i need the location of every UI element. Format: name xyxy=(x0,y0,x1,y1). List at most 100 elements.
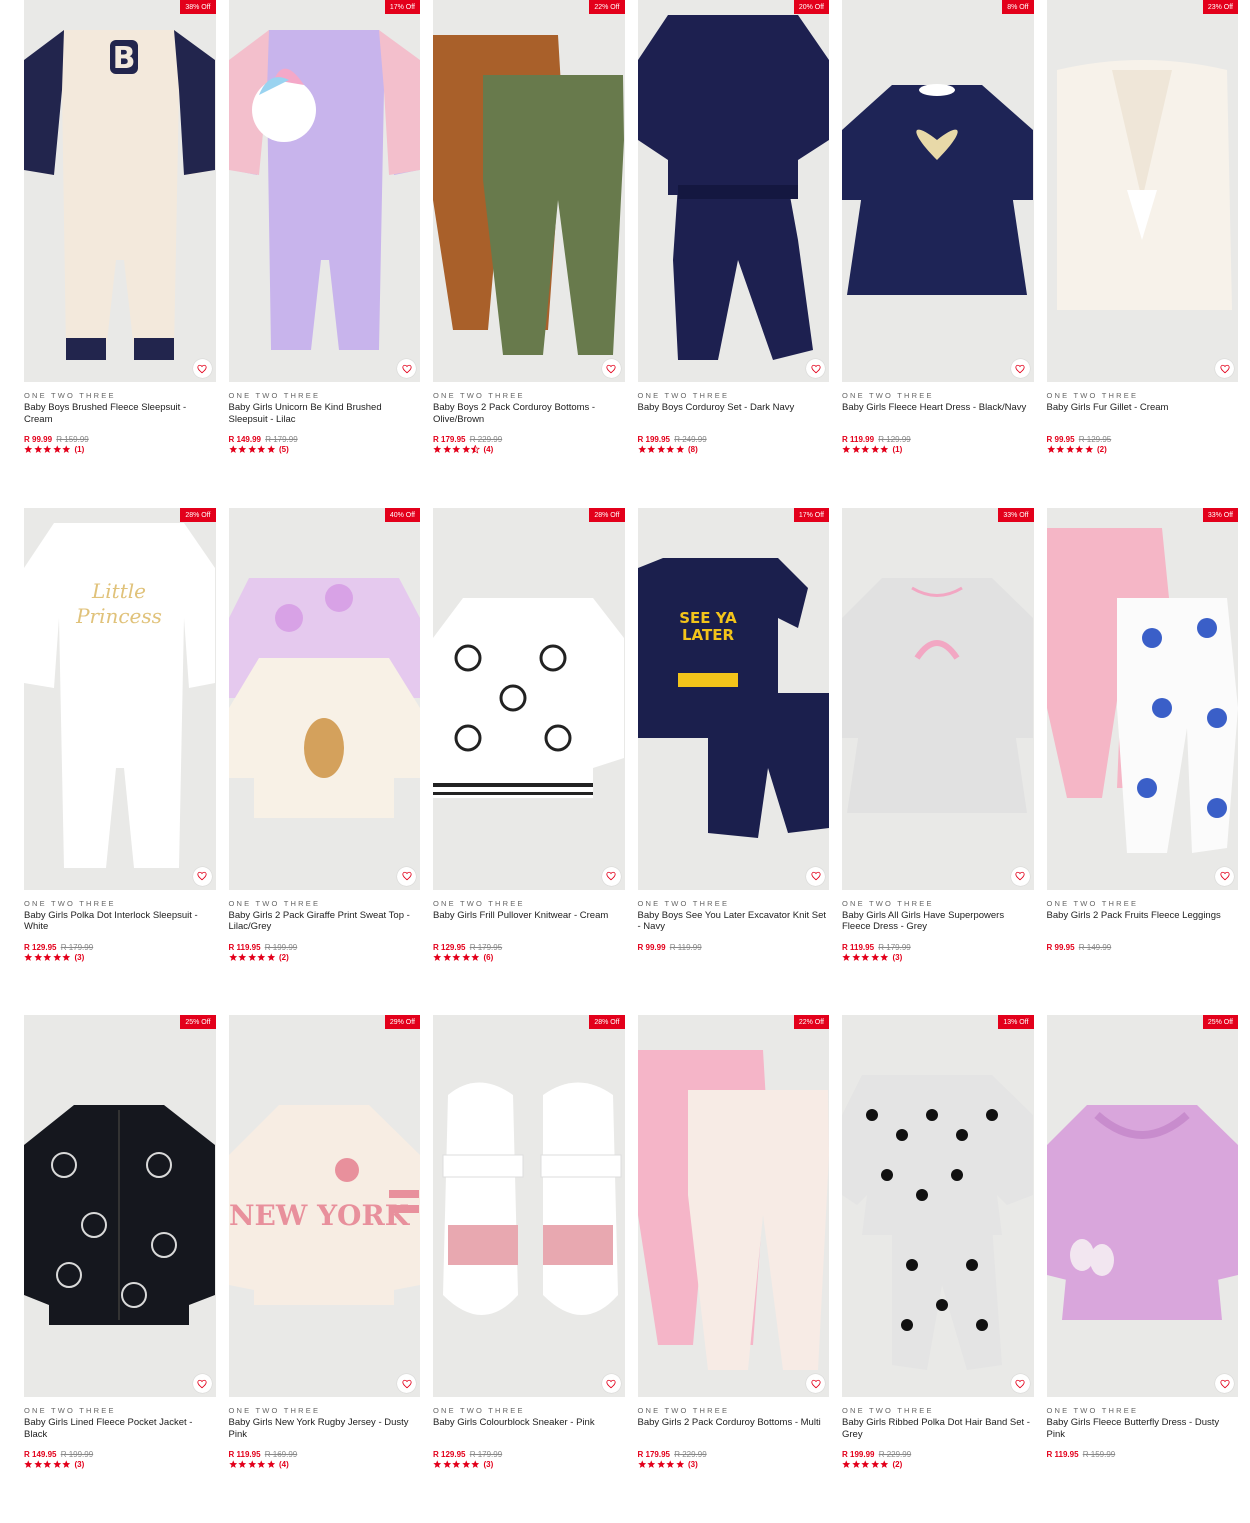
product-image[interactable]: 22% Off xyxy=(637,1015,829,1397)
star-icon xyxy=(433,1460,442,1469)
product-price: R 99.95 R 129.95 xyxy=(1047,435,1239,444)
review-count[interactable]: (2) xyxy=(893,1460,903,1469)
review-count[interactable]: (4) xyxy=(279,1460,289,1469)
product-image[interactable]: Little Princess 28% Off xyxy=(24,507,216,890)
review-count[interactable]: (3) xyxy=(484,1460,494,1469)
wishlist-button[interactable] xyxy=(601,1374,621,1393)
original-price: R 199.99 xyxy=(60,1450,94,1459)
product-card[interactable]: 28% Off ONE TWO THREE Baby Girls Colourb… xyxy=(433,1015,625,1523)
review-count[interactable]: (3) xyxy=(75,953,85,962)
original-price: R 169.99 xyxy=(264,1450,298,1459)
product-price: R 129.95 R 179.99 xyxy=(24,943,216,952)
wishlist-button[interactable] xyxy=(397,866,416,886)
wishlist-button[interactable] xyxy=(806,359,825,378)
wishlist-button[interactable] xyxy=(1010,1374,1030,1393)
original-price: R 119.99 xyxy=(669,942,702,952)
product-name[interactable]: Baby Girls Frill Pullover Knitwear - Cre… xyxy=(433,910,625,933)
wishlist-button[interactable] xyxy=(806,1374,825,1393)
wishlist-button[interactable] xyxy=(1010,359,1030,378)
product-image[interactable]: 25% Off xyxy=(24,1015,216,1397)
wishlist-button[interactable] xyxy=(806,866,825,886)
wishlist-button[interactable] xyxy=(1010,866,1030,886)
product-image[interactable]: 13% Off xyxy=(842,1015,1034,1397)
product-name[interactable]: Baby Girls Polka Dot Interlock Sleepsuit… xyxy=(24,910,216,933)
product-image[interactable]: 25% Off xyxy=(1046,1015,1238,1397)
product-card[interactable]: 22% Off ONE TWO THREE Baby Girls 2 Pack … xyxy=(637,1015,830,1523)
product-card[interactable]: 8% Off ONE TWO THREE Baby Girls Fleece H… xyxy=(842,0,1034,508)
wishlist-button[interactable] xyxy=(601,866,621,886)
product-image[interactable]: 40% Off xyxy=(228,507,420,890)
wishlist-button[interactable] xyxy=(192,1374,212,1393)
product-name[interactable]: Baby Girls Fur Gillet - Cream xyxy=(1047,402,1239,425)
wishlist-button[interactable] xyxy=(1215,1374,1234,1393)
product-card[interactable]: 20% Off ONE TWO THREE Baby Boys Corduroy… xyxy=(637,0,830,508)
product-rating: (8) xyxy=(637,445,830,454)
product-name[interactable]: Baby Girls Colourblock Sneaker - Pink xyxy=(433,1417,625,1440)
star-icon xyxy=(647,445,656,454)
product-card[interactable]: 40% Off ONE TWO THREE Baby Girls 2 Pack … xyxy=(228,507,421,1016)
product-image[interactable]: 23% Off xyxy=(1046,0,1238,382)
wishlist-button[interactable] xyxy=(397,1374,416,1393)
review-count[interactable]: (3) xyxy=(893,953,903,962)
product-brand: ONE TWO THREE xyxy=(228,898,321,908)
product-name[interactable]: Baby Girls All Girls Have Superpowers Fl… xyxy=(842,910,1034,933)
product-card[interactable]: 13% Off ONE TWO THREE Baby Girls Ribbed … xyxy=(842,1015,1034,1523)
review-count[interactable]: (2) xyxy=(279,953,289,962)
product-name[interactable]: Baby Boys 2 Pack Corduroy Bottoms - Oliv… xyxy=(433,402,625,425)
product-image[interactable]: 33% Off xyxy=(842,507,1034,890)
review-count[interactable]: (6) xyxy=(484,953,494,962)
product-card[interactable]: SEE YA LATER 17% Off ONE TWO THREE Baby … xyxy=(637,507,830,1016)
product-image[interactable]: 22% Off xyxy=(433,0,625,382)
product-name[interactable]: Baby Girls 2 Pack Giraffe Print Sweat To… xyxy=(229,910,421,933)
product-card[interactable]: 25% Off ONE TWO THREE Baby Girls Lined F… xyxy=(24,1015,216,1523)
product-card[interactable]: 23% Off ONE TWO THREE Baby Girls Fur Gil… xyxy=(1046,0,1239,508)
product-name[interactable]: Baby Girls Unicorn Be Kind Brushed Sleep… xyxy=(229,402,421,425)
review-count[interactable]: (1) xyxy=(75,445,85,454)
product-card[interactable]: B 38% Off ONE TWO THREE Baby Boys Brushe… xyxy=(24,0,216,508)
product-card[interactable]: NEW YORK 29% Off ONE TWO THREE Baby Girl… xyxy=(228,1015,421,1523)
product-name[interactable]: Baby Boys See You Later Excavator Knit S… xyxy=(638,910,830,933)
product-card[interactable]: 28% Off ONE TWO THREE Baby Girls Frill P… xyxy=(433,507,625,1016)
review-count[interactable]: (5) xyxy=(279,445,289,454)
product-name[interactable]: Baby Girls Ribbed Polka Dot Hair Band Se… xyxy=(842,1417,1034,1440)
sale-price: R 119.95 xyxy=(228,1450,261,1459)
product-card[interactable]: 22% Off ONE TWO THREE Baby Boys 2 Pack C… xyxy=(433,0,625,508)
review-count[interactable]: (4) xyxy=(484,445,494,454)
wishlist-button[interactable] xyxy=(192,866,212,886)
product-name[interactable]: Baby Boys Brushed Fleece Sleepsuit - Cre… xyxy=(24,402,216,425)
product-name[interactable]: Baby Girls Lined Fleece Pocket Jacket - … xyxy=(24,1417,216,1440)
product-image[interactable]: B 38% Off xyxy=(24,0,216,382)
product-name[interactable]: Baby Girls 2 Pack Corduroy Bottoms - Mul… xyxy=(638,1417,830,1440)
product-card[interactable]: 33% Off ONE TWO THREE Baby Girls All Gir… xyxy=(842,507,1034,1016)
product-image[interactable]: 28% Off xyxy=(433,507,625,890)
wishlist-button[interactable] xyxy=(1215,359,1234,378)
review-count[interactable]: (1) xyxy=(893,445,903,454)
product-card[interactable]: Little Princess 28% Off ONE TWO THREE Ba… xyxy=(24,507,216,1016)
product-name[interactable]: Baby Girls New York Rugby Jersey - Dusty… xyxy=(229,1417,421,1440)
product-image[interactable]: 17% Off xyxy=(228,0,420,382)
product-name[interactable]: Baby Girls 2 Pack Fruits Fleece Leggings xyxy=(1047,910,1239,933)
product-card[interactable]: 25% Off ONE TWO THREE Baby Girls Fleece … xyxy=(1046,1015,1239,1523)
review-count[interactable]: (3) xyxy=(75,1460,85,1469)
product-image[interactable]: 8% Off xyxy=(842,0,1034,382)
product-card[interactable]: 17% Off ONE TWO THREE Baby Girls Unicorn… xyxy=(228,0,421,508)
wishlist-button[interactable] xyxy=(192,359,212,378)
wishlist-button[interactable] xyxy=(1215,866,1234,886)
product-image[interactable]: 28% Off xyxy=(433,1015,625,1397)
product-name[interactable]: Baby Girls Fleece Heart Dress - Black/Na… xyxy=(842,402,1034,425)
product-image[interactable]: NEW YORK 29% Off xyxy=(228,1015,420,1397)
product-image[interactable]: 33% Off xyxy=(1046,507,1238,890)
wishlist-button[interactable] xyxy=(397,359,416,378)
product-name[interactable]: Baby Boys Corduroy Set - Dark Navy xyxy=(638,402,830,425)
product-brand: ONE TWO THREE xyxy=(24,391,116,400)
wishlist-button[interactable] xyxy=(601,359,621,378)
product-name[interactable]: Baby Girls Fleece Butterfly Dress - Dust… xyxy=(1047,1417,1239,1440)
original-price: R 199.99 xyxy=(264,942,298,952)
product-image[interactable]: SEE YA LATER 17% Off xyxy=(637,507,829,890)
review-count[interactable]: (2) xyxy=(1097,445,1107,454)
product-card[interactable]: 33% Off ONE TWO THREE Baby Girls 2 Pack … xyxy=(1046,507,1239,1016)
sale-price: R 99.95 xyxy=(1046,942,1075,952)
review-count[interactable]: (8) xyxy=(688,445,698,454)
review-count[interactable]: (3) xyxy=(688,1460,698,1469)
product-image[interactable]: 20% Off xyxy=(637,0,829,382)
